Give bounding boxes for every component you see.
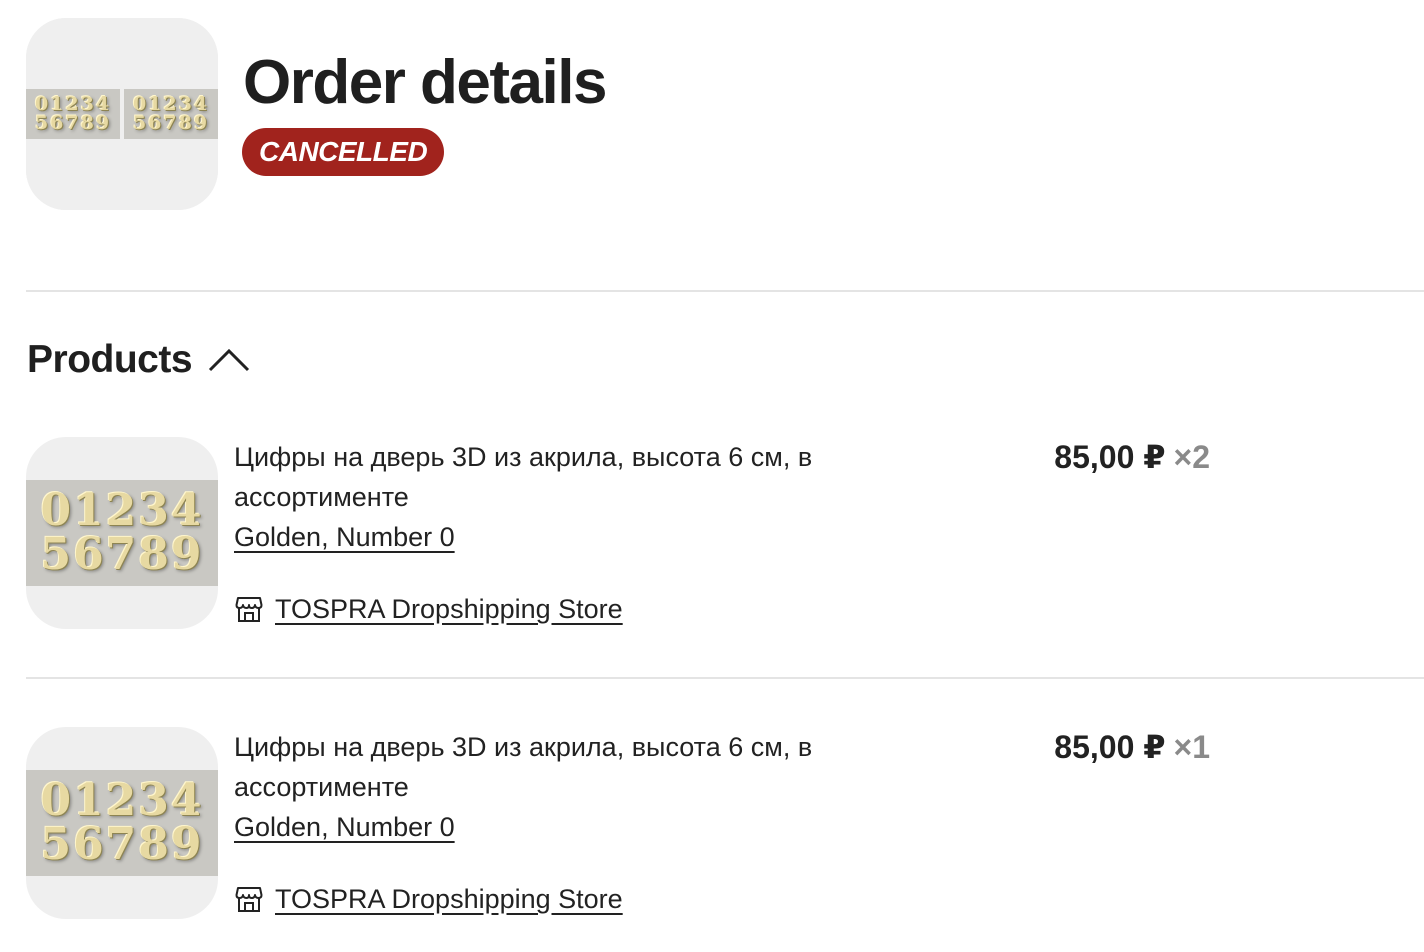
page-title: Order details [243,48,607,117]
product-name[interactable]: Цифры на дверь 3D из акрила, высота 6 см… [234,437,874,517]
product-name[interactable]: Цифры на дверь 3D из акрила, высота 6 см… [234,727,874,807]
store-name[interactable]: TOSPRA Dropshipping Store [275,589,623,629]
store-link[interactable]: TOSPRA Dropshipping Store [234,879,623,919]
products-section-toggle[interactable]: Products [27,340,250,379]
chevron-up-icon[interactable] [208,347,250,373]
order-thumbnail: 01234 56789 01234 56789 [26,18,218,210]
product-price: 85,00 ₽ [1054,729,1166,765]
products-section-title: Products [27,338,193,381]
product-price-row: 85,00 ₽ ×2 [1054,437,1210,477]
product-variant-link[interactable]: Golden, Number 0 [234,517,455,557]
digits-top-text: 01234 [40,775,204,826]
digits-bottom-text: 56789 [34,112,112,134]
store-icon [235,887,263,912]
digits-bottom-text: 56789 [40,819,204,870]
header-divider [26,290,1424,292]
store-name[interactable]: TOSPRA Dropshipping Store [275,879,623,919]
digits-bottom-text: 56789 [40,529,204,580]
digits-top-text: 01234 [40,485,204,536]
product-price: 85,00 ₽ [1054,439,1166,475]
product-image[interactable]: 01234 56789 [26,727,218,919]
store-link[interactable]: TOSPRA Dropshipping Store [234,589,623,629]
digits-bottom-text: 56789 [132,112,210,134]
product-variant-link[interactable]: Golden, Number 0 [234,807,455,847]
status-badge: CANCELLED [242,128,445,176]
store-icon [235,597,263,622]
order-thumbnail-right: 01234 56789 [124,18,218,210]
product-quantity: ×1 [1173,729,1210,765]
product-quantity: ×2 [1173,439,1210,475]
product-image[interactable]: 01234 56789 [26,437,218,629]
product-price-row: 85,00 ₽ ×1 [1054,727,1210,767]
product-divider [26,677,1424,679]
order-thumbnail-left: 01234 56789 [26,18,120,210]
